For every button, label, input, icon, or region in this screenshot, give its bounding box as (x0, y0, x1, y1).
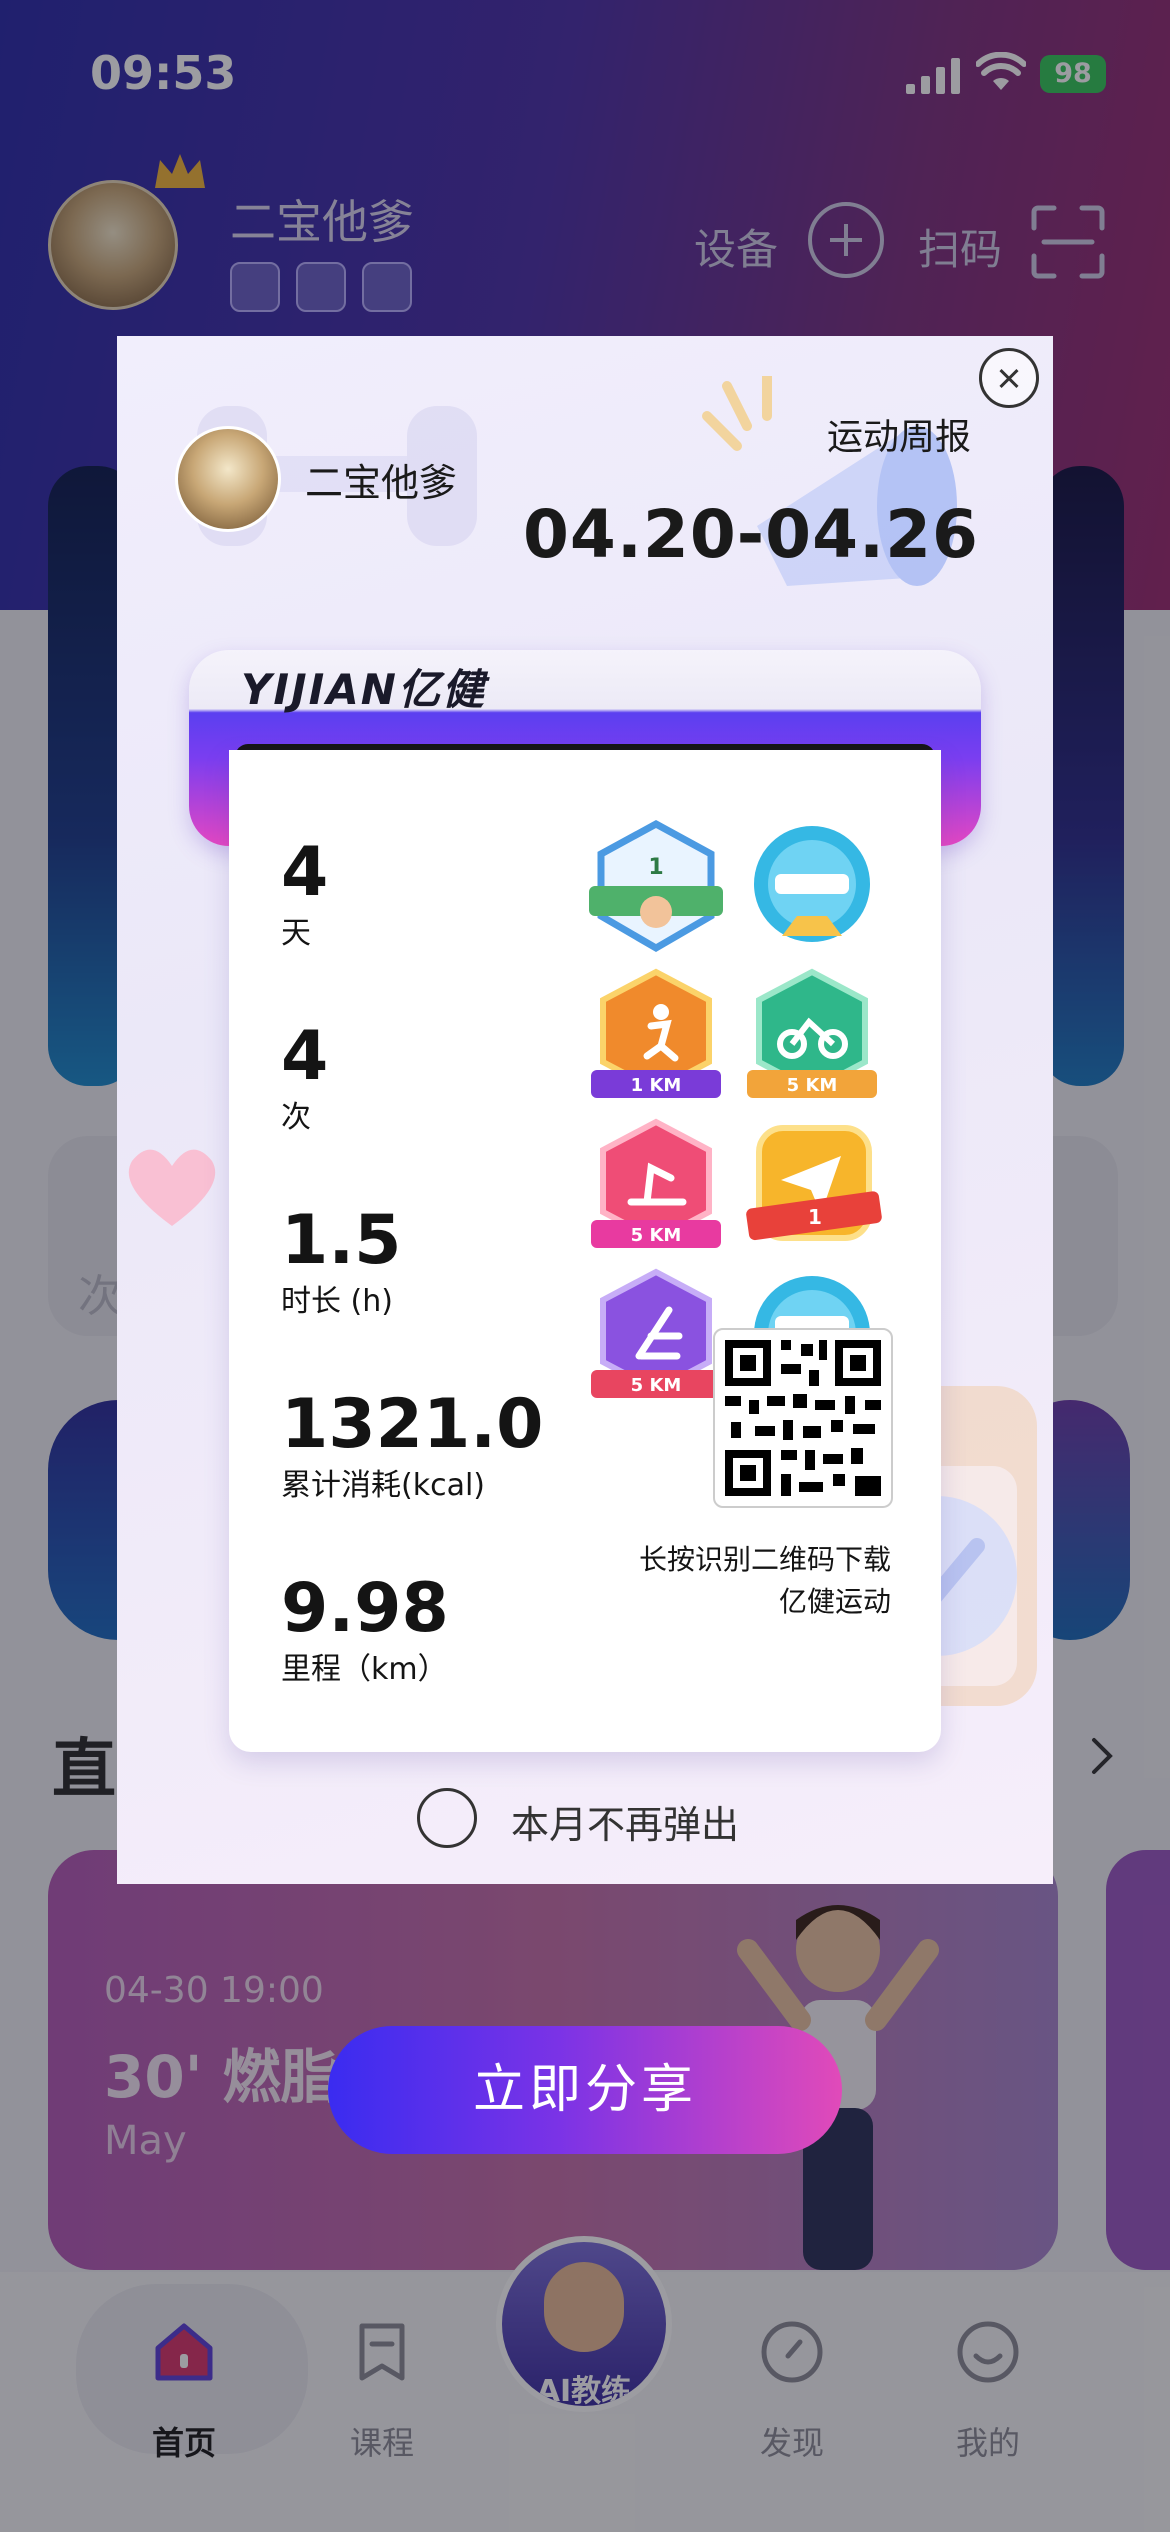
stat-label: 天 (281, 916, 311, 951)
stat-sessions: 4 次 (281, 1020, 328, 1138)
bike-5km-badge-icon[interactable]: 5 KM (737, 966, 887, 1116)
report-label: 运动周报 (827, 417, 972, 458)
date-range: 04.20-04.26 (523, 496, 979, 573)
qr-hint-text: 长按识别二维码下载 (638, 1543, 891, 1576)
stat-label: 里程（km） (281, 1652, 448, 1687)
badge-text: 5 KM (631, 1225, 682, 1246)
badge-text: 1 (648, 855, 663, 880)
stat-value: 1321.0 (281, 1385, 544, 1464)
stat-label: 时长 (h) (281, 1284, 393, 1319)
stat-distance: 9.98 里程（km） (281, 1572, 449, 1690)
stat-value: 9.98 (281, 1569, 449, 1648)
share-button[interactable]: 立即分享 (328, 2026, 842, 2154)
stat-label: 累计消耗(kcal) (281, 1468, 485, 1503)
elliptical-5km-badge-icon[interactable]: 5 KM (581, 1266, 731, 1416)
report-paper: 4 天 4 次 1.5 时长 (h) 1321.0 累计消耗(kcal) 9.9… (229, 750, 941, 1752)
dont-show-again-toggle[interactable]: 本月不再弹出 (417, 1788, 817, 1852)
badge-text: 1 (808, 1205, 822, 1229)
handshake-badge-icon[interactable]: 1 (581, 816, 731, 966)
modal-username: 二宝他爹 (305, 461, 458, 505)
stat-value: 1.5 (281, 1201, 402, 1280)
badge-text: 5 KM (787, 1075, 838, 1096)
weekly-report-modal: 运动周报 二宝他爹 04.20-04.26 YIJIAN亿健 4 天 4 次 1… (117, 336, 1053, 1884)
stat-label: 次 (281, 1100, 311, 1135)
qr-code[interactable] (713, 1328, 893, 1508)
first-run-badge-icon[interactable] (737, 816, 887, 966)
run-1km-badge-icon[interactable]: 1 KM (581, 966, 731, 1116)
dont-show-again-label: 本月不再弹出 (511, 1803, 740, 1847)
heart-hand-decoration-icon (128, 1149, 216, 1226)
stat-calories: 1321.0 累计消耗(kcal) (281, 1388, 543, 1506)
stat-duration: 1.5 时长 (h) (281, 1204, 401, 1322)
paper-plane-badge-icon[interactable]: 1 (737, 1116, 887, 1266)
badge-text: 1 KM (631, 1075, 682, 1096)
rower-5km-badge-icon[interactable]: 5 KM (581, 1116, 731, 1266)
stat-value: 4 (281, 1017, 329, 1096)
stat-days: 4 天 (281, 836, 328, 954)
qr-app-name: 亿健运动 (778, 1585, 891, 1618)
stat-value: 4 (281, 833, 329, 912)
radio-button[interactable] (417, 1788, 477, 1848)
avatar (175, 426, 281, 532)
brand-logo: YIJIAN亿健 (241, 665, 486, 714)
badge-text: 5 KM (631, 1375, 682, 1396)
close-button[interactable] (979, 348, 1039, 408)
